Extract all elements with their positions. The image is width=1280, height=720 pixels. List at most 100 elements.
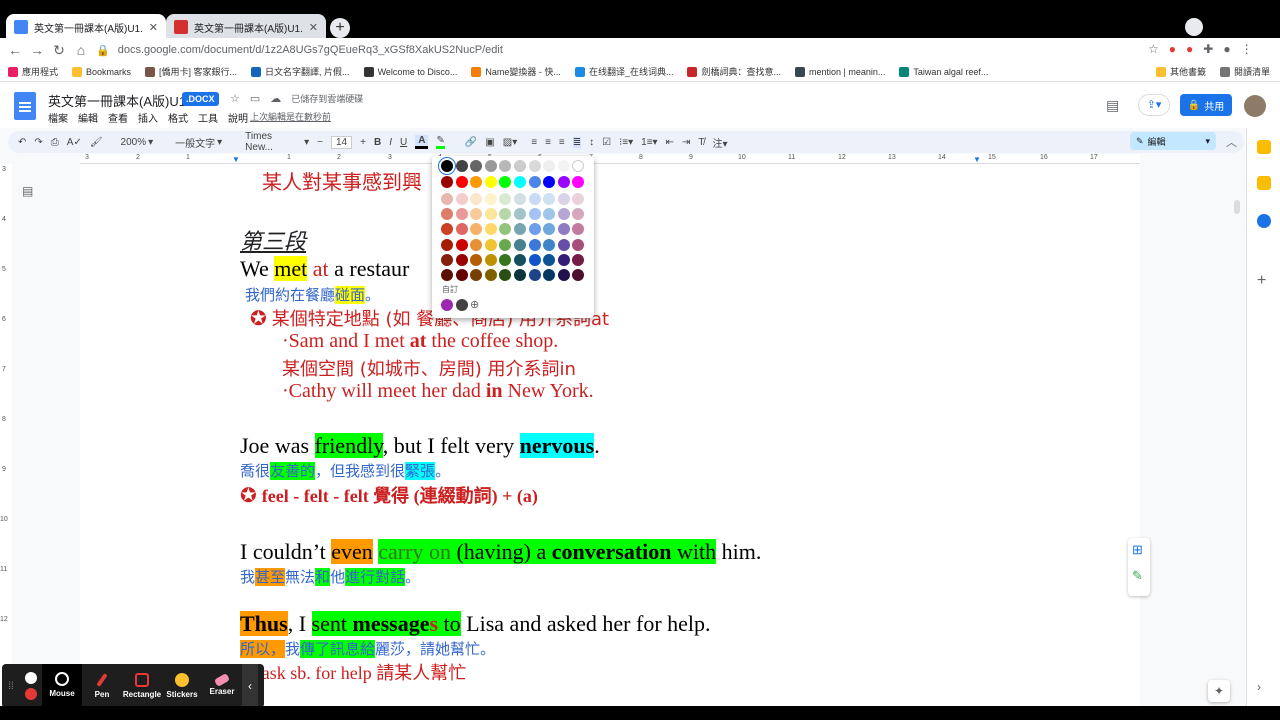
indent-marker[interactable]: ▼ (232, 155, 240, 164)
bold-button[interactable]: B (374, 137, 381, 148)
close-icon[interactable]: ✕ (309, 21, 318, 34)
align-right-icon[interactable]: ≡ (559, 137, 565, 148)
color-swatch[interactable] (543, 269, 556, 281)
note-1-example[interactable]: ·Sam and I met at the coffee shop. (282, 330, 558, 353)
italic-button[interactable]: I (389, 137, 392, 148)
color-swatch[interactable] (484, 160, 497, 172)
keep-icon[interactable] (1257, 176, 1271, 190)
bookmark-item[interactable]: 在线翻译_在线词典... (574, 65, 673, 78)
numbered-list-icon[interactable]: 1≡▾ (641, 137, 657, 148)
add-addon-icon[interactable]: + (1257, 272, 1266, 290)
new-tab-button[interactable]: + (330, 18, 350, 38)
tool-mouse[interactable]: Mouse (42, 664, 82, 708)
color-swatch[interactable] (514, 160, 526, 172)
tab-pdf[interactable]: 英文第一冊課本(A版)U1.pdf - Li ✕ (166, 14, 326, 40)
bookmark-item[interactable]: Taiwan algal reef... (899, 66, 988, 77)
color-swatch[interactable] (557, 223, 570, 236)
color-swatch[interactable] (557, 160, 570, 172)
right-indent-marker[interactable]: ▼ (973, 155, 981, 164)
underline-button[interactable]: U (400, 137, 407, 148)
bullet-list-icon[interactable]: ⁝≡▾ (619, 137, 633, 148)
color-swatch[interactable] (528, 208, 541, 221)
reload-icon[interactable]: ↻ (50, 42, 68, 59)
menu-edit[interactable]: 編輯 (78, 110, 98, 125)
translation-2[interactable]: 喬很友善的，但我感到很緊張。 (240, 460, 450, 481)
redo-icon[interactable]: ↷ (34, 137, 42, 148)
explore-icon[interactable]: ✦ (1208, 680, 1230, 702)
color-swatch[interactable] (514, 176, 526, 188)
color-swatch[interactable] (528, 238, 541, 251)
checklist-icon[interactable]: ☑ (602, 137, 611, 148)
color-swatch[interactable] (441, 238, 453, 251)
font-size-input[interactable]: 14 (331, 135, 353, 149)
sentence-4[interactable]: Thus, I sent messages to Lisa and asked … (240, 611, 711, 637)
reading-list[interactable]: 閱讀清單 (1219, 65, 1270, 78)
color-swatch[interactable] (441, 176, 453, 188)
last-edit-link[interactable]: 上次編輯是在數秒前 (250, 110, 331, 123)
add-custom-color-icon[interactable]: ⊕ (470, 298, 479, 311)
color-swatch[interactable] (484, 208, 497, 221)
star-icon[interactable]: ☆ (230, 92, 240, 105)
color-swatch[interactable] (572, 208, 585, 221)
color-swatch[interactable] (528, 193, 541, 205)
menu-format[interactable]: 格式 (168, 110, 188, 125)
color-swatch[interactable] (455, 208, 468, 221)
collapse-toolbar-icon[interactable]: ‹ (242, 664, 258, 708)
color-swatch[interactable] (470, 160, 483, 172)
color-swatch[interactable] (455, 253, 468, 266)
color-swatch[interactable] (441, 269, 453, 281)
increase-size-button[interactable]: + (360, 137, 366, 148)
color-swatch[interactable] (455, 176, 468, 188)
color-swatch[interactable] (470, 253, 483, 266)
section-heading[interactable]: 第三段 (240, 224, 306, 256)
color-swatch[interactable] (557, 269, 570, 281)
color-swatch[interactable] (499, 208, 512, 221)
color-swatch[interactable] (557, 193, 570, 205)
bookmark-item[interactable]: 劍橋詞典：查找意... (687, 65, 781, 78)
translation-3[interactable]: 我甚至無法和他進行對話。 (240, 566, 420, 587)
menu-tools[interactable]: 工具 (198, 110, 218, 125)
color-swatch[interactable] (484, 253, 497, 266)
edit-mode-select[interactable]: ✎ 編輯 ▾ (1130, 132, 1216, 150)
color-swatch[interactable] (499, 176, 512, 188)
color-swatch[interactable] (470, 208, 483, 221)
color-swatch[interactable] (484, 176, 497, 188)
sentence-1[interactable]: We met at a restaur (240, 256, 409, 282)
tasks-icon[interactable] (1257, 214, 1271, 228)
color-swatch[interactable] (499, 193, 512, 205)
color-swatch[interactable] (528, 160, 541, 172)
color-swatch[interactable] (514, 253, 526, 266)
color-swatch[interactable] (543, 176, 556, 188)
line-spacing-icon[interactable]: ↕ (589, 137, 594, 148)
highlight-icon[interactable]: ✎ (436, 135, 445, 149)
sentence-3[interactable]: I couldn’t even carry on (having) a conv… (240, 539, 761, 565)
profile-icon[interactable] (1185, 18, 1203, 36)
color-swatch[interactable] (543, 253, 556, 266)
clear-format-icon[interactable]: T̸ (698, 137, 704, 148)
scrollbar-thumb[interactable] (1234, 200, 1240, 214)
profile-avatar-icon[interactable]: ● (1223, 42, 1230, 56)
input-tools-icon[interactable]: 注▾ (712, 135, 727, 150)
color-swatch[interactable] (455, 238, 468, 251)
bookmark-item[interactable]: Name變換器 - 快... (471, 65, 561, 78)
bookmark-item[interactable]: Welcome to Disco... (363, 66, 457, 77)
menu-view[interactable]: 查看 (108, 110, 128, 125)
note-4[interactable]: ✪ ask sb. for help 請某人幫忙 (240, 659, 466, 685)
note-1-in-example[interactable]: ·Cathy will meet her dad in New York. (282, 380, 594, 403)
close-icon[interactable]: ✕ (149, 21, 158, 34)
bookmark-folder[interactable]: 其他書籤 (1155, 65, 1206, 78)
color-swatch[interactable] (470, 176, 483, 188)
comments-icon[interactable]: ▤ (1106, 97, 1119, 114)
decrease-size-button[interactable]: − (317, 137, 323, 148)
color-swatch[interactable] (543, 193, 556, 205)
extension-icon[interactable]: ● (1186, 42, 1193, 56)
note-2[interactable]: ✪ feel - felt - felt 覺得 (連綴動詞) + (a) (240, 482, 538, 508)
color-swatch[interactable] (572, 269, 585, 281)
puzzle-icon[interactable]: ✚ (1203, 42, 1213, 56)
indent-icon[interactable]: ⇥ (682, 137, 690, 148)
text-line[interactable]: 某人對某事感到興 (262, 166, 422, 195)
present-button[interactable]: ⇪▾ (1138, 94, 1170, 116)
color-swatch[interactable] (543, 208, 556, 221)
color-swatch[interactable] (528, 176, 541, 188)
color-swatch[interactable] (543, 238, 556, 251)
